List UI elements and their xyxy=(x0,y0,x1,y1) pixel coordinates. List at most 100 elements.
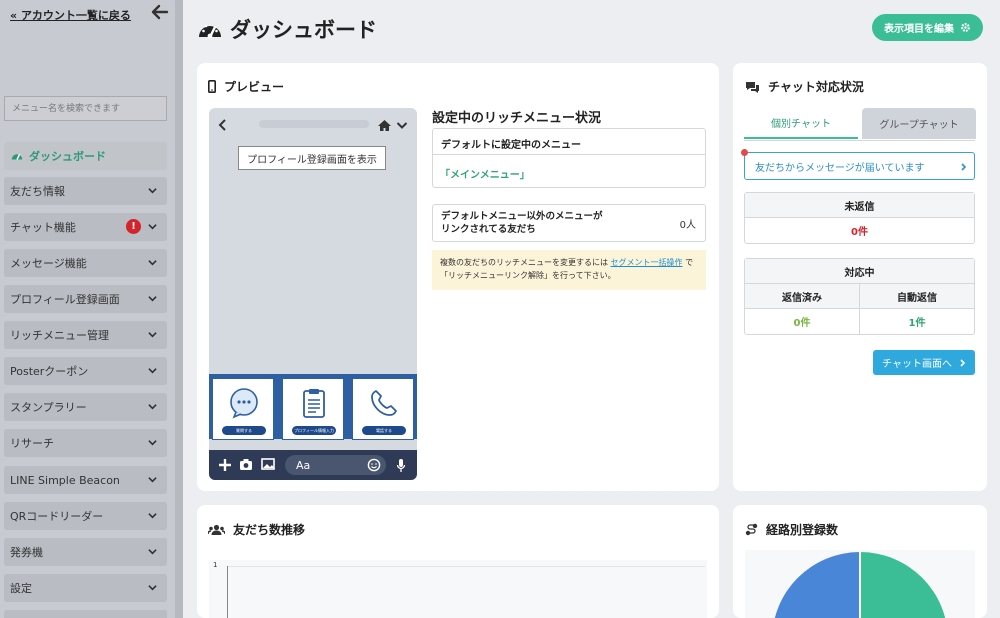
replied-count[interactable]: 0件 xyxy=(745,309,860,334)
dashboard-gauge-icon xyxy=(11,153,23,160)
chevron-right-icon xyxy=(960,358,966,367)
route-title: 経路別登録数 xyxy=(745,521,838,538)
handling-box: 対応中 返信済み 自動返信 0件 1件 xyxy=(744,258,975,335)
sidebar-item-profile[interactable]: プロフィール登録画面 xyxy=(4,285,167,313)
other-menu-label: デフォルトメニュー以外のメニューが リンクされてる友だち xyxy=(441,211,603,235)
pie-slice-green[interactable] xyxy=(860,552,948,618)
arrow-left-icon[interactable] xyxy=(150,2,170,22)
rich-menu-status-title: 設定中のリッチメニュー状況 xyxy=(432,111,602,126)
new-message-link[interactable]: 友だちからメッセージが届いています xyxy=(741,149,975,180)
sidebar: « アカウント一覧に戻る ダッシュボード 友だち情報 チャット機能 ! メッセー… xyxy=(0,0,175,618)
sidebar-item-label: チャット機能 xyxy=(10,221,76,234)
chevron-down-icon xyxy=(148,368,157,374)
sidebar-item-ticket[interactable]: 発券機 xyxy=(4,538,167,566)
sidebar-item-message[interactable]: メッセージ機能 xyxy=(4,249,167,277)
users-icon xyxy=(208,524,225,535)
tile-label: 質問する xyxy=(222,426,266,435)
sidebar-item-settings[interactable]: 設定 xyxy=(4,574,167,602)
unreplied-count[interactable]: 0件 xyxy=(745,218,974,243)
gear-icon xyxy=(961,23,970,32)
route-icon xyxy=(745,523,758,536)
sidebar-item-label: ダッシュボード xyxy=(29,150,106,163)
show-profile-screen-button[interactable]: プロフィール登録画面を表示 xyxy=(238,146,386,170)
account-name-placeholder xyxy=(259,120,369,128)
tab-individual-chat[interactable]: 個別チャット xyxy=(744,108,858,139)
sidebar-item-qr-reader[interactable]: QRコードリーダー xyxy=(4,502,167,530)
speech-bubble-icon xyxy=(230,388,258,419)
sidebar-item-beacon[interactable]: LINE Simple Beacon xyxy=(4,466,167,494)
chevron-left-icon[interactable] xyxy=(217,118,227,132)
back-link-label: アカウント一覧に戻る xyxy=(20,9,131,22)
microphone-icon[interactable] xyxy=(396,458,406,473)
route-pie-area xyxy=(745,550,975,618)
pie-slice-blue[interactable] xyxy=(772,552,860,618)
sidebar-item-research[interactable]: リサーチ xyxy=(4,429,167,457)
edit-button-label: 表示項目を編集 xyxy=(884,24,954,35)
tab-underline xyxy=(744,140,975,141)
chevron-down-icon[interactable] xyxy=(396,121,408,130)
chevron-down-icon xyxy=(148,188,157,194)
replied-label: 返信済み xyxy=(745,284,860,309)
edit-display-items-button[interactable]: 表示項目を編集 xyxy=(872,14,983,41)
chevron-down-icon xyxy=(148,549,157,555)
menu-search-input[interactable] xyxy=(4,96,167,121)
sidebar-item-stamp-rally[interactable]: スタンプラリー xyxy=(4,393,167,421)
rich-menu-tile-profile[interactable]: プロフィール情報入力 xyxy=(282,378,344,440)
auto-reply-label: 自動返信 xyxy=(860,284,974,309)
sidebar-item-coupon[interactable]: Posterクーポン xyxy=(4,357,167,385)
tile-label: プロフィール情報入力 xyxy=(292,426,336,435)
gridline xyxy=(227,566,705,567)
divider xyxy=(433,154,705,155)
sidebar-item-label: メッセージ機能 xyxy=(10,257,87,270)
y-axis-line xyxy=(227,566,228,618)
plus-icon[interactable] xyxy=(218,458,232,472)
sidebar-item-label: 設定 xyxy=(10,582,32,595)
segment-notice: 複数の友だちのリッチメニューを変更するには セグメント一括操作 で「リッチメニュ… xyxy=(432,250,706,290)
other-menu-box: デフォルトメニュー以外のメニューが リンクされてる友だち 0人 xyxy=(432,204,706,242)
sidebar-item-dashboard[interactable]: ダッシュボード xyxy=(4,142,167,170)
chevron-down-icon xyxy=(148,404,157,410)
sidebar-item-label: 友だち情報 xyxy=(10,185,65,198)
chevron-down-icon xyxy=(148,513,157,519)
emoji-icon[interactable] xyxy=(367,458,381,472)
notice-text-pre: 複数の友だちのリッチメニューを変更するには xyxy=(440,258,608,267)
sidebar-item-label: Posterクーポン xyxy=(10,365,89,378)
segment-bulk-link[interactable]: セグメント一括操作 xyxy=(611,258,683,267)
sidebar-item-more[interactable] xyxy=(4,610,167,618)
unreplied-label: 未返信 xyxy=(844,202,875,213)
preview-title-text: プレビュー xyxy=(224,80,285,94)
chat-bubbles-icon xyxy=(746,81,759,93)
sidebar-item-chat[interactable]: チャット機能 ! xyxy=(4,213,167,241)
sidebar-item-friends[interactable]: 友だち情報 xyxy=(4,177,167,205)
tab-group-chat[interactable]: グループチャット xyxy=(862,108,976,139)
sidebar-item-label: QRコードリーダー xyxy=(10,510,104,523)
go-to-chat-label: チャット画面へ xyxy=(882,359,952,370)
chevron-down-icon xyxy=(148,332,157,338)
rich-menu-tile-question[interactable]: 質問する xyxy=(212,378,274,440)
message-input-placeholder: Aa xyxy=(296,458,311,472)
back-to-accounts-link[interactable]: « アカウント一覧に戻る xyxy=(10,7,131,23)
go-to-chat-button[interactable]: チャット画面へ xyxy=(873,350,975,375)
image-icon[interactable] xyxy=(261,458,275,470)
camera-icon[interactable] xyxy=(239,458,253,471)
rich-menu: 質問する プロフィール情報入力 電話する xyxy=(209,374,417,440)
phone-preview: プロフィール登録画面を表示 質問する プロフィール情報入力 電話する Aa xyxy=(209,108,417,480)
unreplied-box: 未返信 0件 xyxy=(744,192,975,244)
message-input[interactable]: Aa xyxy=(285,455,386,475)
phone-input-bar: Aa xyxy=(209,450,417,480)
other-menu-count: 0人 xyxy=(679,220,696,231)
default-menu-box: デフォルトに設定中のメニュー 「メインメニュー」 xyxy=(432,128,706,188)
chevron-down-icon xyxy=(148,585,157,591)
sidebar-item-richmenu[interactable]: リッチメニュー管理 xyxy=(4,321,167,349)
trend-chart-area: 1 xyxy=(209,560,707,618)
friends-trend-title-text: 友だち数推移 xyxy=(233,523,306,537)
auto-reply-count[interactable]: 1件 xyxy=(860,309,974,334)
home-icon[interactable] xyxy=(377,119,392,132)
sidebar-item-label: リサーチ xyxy=(10,437,54,450)
default-menu-value[interactable]: 「メインメニュー」 xyxy=(440,166,530,181)
notification-dot xyxy=(741,149,748,156)
sidebar-scrollbar[interactable] xyxy=(175,0,183,618)
rich-menu-tile-phone[interactable]: 電話する xyxy=(352,378,414,440)
new-message-text: 友だちからメッセージが届いています xyxy=(755,162,925,174)
alert-badge: ! xyxy=(126,219,141,234)
